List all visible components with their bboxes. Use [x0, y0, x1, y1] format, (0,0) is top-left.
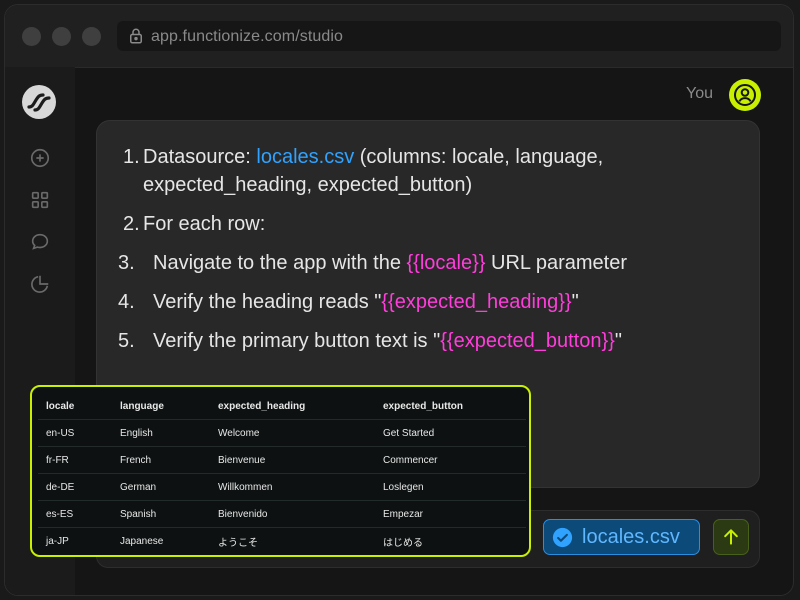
csv-preview-popup: locale language expected_heading expecte… — [30, 385, 531, 557]
step-number: 2. — [123, 213, 140, 235]
step-text: expected_heading, expected_button) — [143, 174, 473, 196]
url-text: app.functionize.com/studio — [151, 28, 344, 45]
step-text: " — [614, 330, 622, 352]
address-bar[interactable]: app.functionize.com/studio — [117, 21, 781, 51]
column-header: expected_heading — [210, 393, 375, 420]
step-4: 4. Verify the heading reads "{{expected_… — [118, 288, 579, 316]
table-cell: es-ES — [38, 500, 112, 528]
new-chat-plus-icon[interactable] — [29, 147, 51, 169]
table-cell: ようこそ — [218, 537, 258, 549]
step-text: Datasource: — [143, 146, 257, 168]
window-close-dot[interactable] — [22, 27, 41, 46]
table-cell: en-US — [38, 419, 112, 447]
grid-apps-icon[interactable] — [29, 189, 51, 211]
user-avatar-icon[interactable] — [729, 79, 761, 111]
pie-chart-icon[interactable] — [29, 273, 51, 295]
table-cell: de-DE — [38, 473, 112, 501]
table-header-row: locale language expected_heading expecte… — [38, 393, 526, 420]
step-text: Navigate to the app with the — [153, 252, 407, 274]
step-2: 2. For each row: — [123, 210, 265, 238]
step-1: 1. Datasource: locales.csv (columns: loc… — [123, 143, 603, 196]
datasource-link[interactable]: locales.csv — [256, 146, 354, 168]
column-header: expected_button — [375, 393, 526, 420]
table-row: fr-FR French Bienvenue Commencer — [38, 446, 526, 474]
table-cell: Japanese — [120, 535, 164, 547]
variable-token: {{locale}} — [406, 252, 486, 274]
table-cell: Get Started — [375, 419, 526, 447]
table-cell: Welcome — [210, 419, 375, 447]
table-row: de-DE German Willkommen Loslegen — [38, 473, 526, 501]
table-cell: English — [112, 419, 210, 447]
table-cell: fr-FR — [38, 446, 112, 474]
step-5: 5. Verify the primary button text is "{{… — [118, 327, 622, 355]
chat-bubble-icon[interactable] — [29, 231, 51, 253]
arrow-up-icon — [724, 529, 738, 545]
table-row: ja-JP Japanese ようこそ はじめる — [38, 528, 526, 555]
step-text: URL parameter — [485, 252, 628, 274]
table-cell: Willkommen — [210, 473, 375, 501]
step-text: For each row: — [143, 213, 266, 235]
column-header: locale — [38, 393, 112, 420]
step-text: " — [571, 291, 579, 313]
step-text: Verify the primary button text is " — [153, 330, 441, 352]
column-header: language — [112, 393, 210, 420]
step-text: Verify the heading reads " — [153, 291, 382, 313]
title-bar: app.functionize.com/studio — [5, 5, 793, 68]
table-cell: ja-JP — [46, 535, 69, 547]
lock-icon — [130, 28, 142, 44]
attachment-label: locales.csv — [582, 526, 680, 548]
table-cell: Bienvenido — [210, 500, 375, 528]
table-cell: Commencer — [375, 446, 526, 474]
table-cell: Bienvenue — [210, 446, 375, 474]
table-cell: French — [112, 446, 210, 474]
functionize-logo-icon[interactable] — [21, 84, 57, 120]
table-cell: German — [112, 473, 210, 501]
window-minimize-dot[interactable] — [52, 27, 71, 46]
table-cell: Spanish — [112, 500, 210, 528]
user-label: You — [686, 85, 713, 102]
variable-token: {{expected_heading}} — [381, 291, 572, 313]
step-number: 5. — [118, 330, 135, 352]
step-number: 3. — [118, 252, 135, 274]
table-cell: Empezar — [375, 500, 526, 528]
step-3: 3. Navigate to the app with the {{locale… — [118, 249, 627, 277]
step-number: 1. — [123, 146, 140, 168]
step-number: 4. — [118, 291, 135, 313]
table-row: en-US English Welcome Get Started — [38, 419, 526, 447]
check-circle-icon — [552, 527, 573, 548]
variable-token: {{expected_button}} — [440, 330, 615, 352]
window-maximize-dot[interactable] — [82, 27, 101, 46]
csv-preview-table: locale language expected_heading expecte… — [38, 393, 526, 554]
table-row: es-ES Spanish Bienvenido Empezar — [38, 500, 526, 528]
table-cell: Loslegen — [375, 473, 526, 501]
table-cell: はじめる — [383, 537, 423, 549]
step-text: (columns: locale, language, — [354, 146, 604, 168]
send-button[interactable] — [713, 519, 749, 555]
attachment-chip[interactable]: locales.csv — [543, 519, 700, 555]
